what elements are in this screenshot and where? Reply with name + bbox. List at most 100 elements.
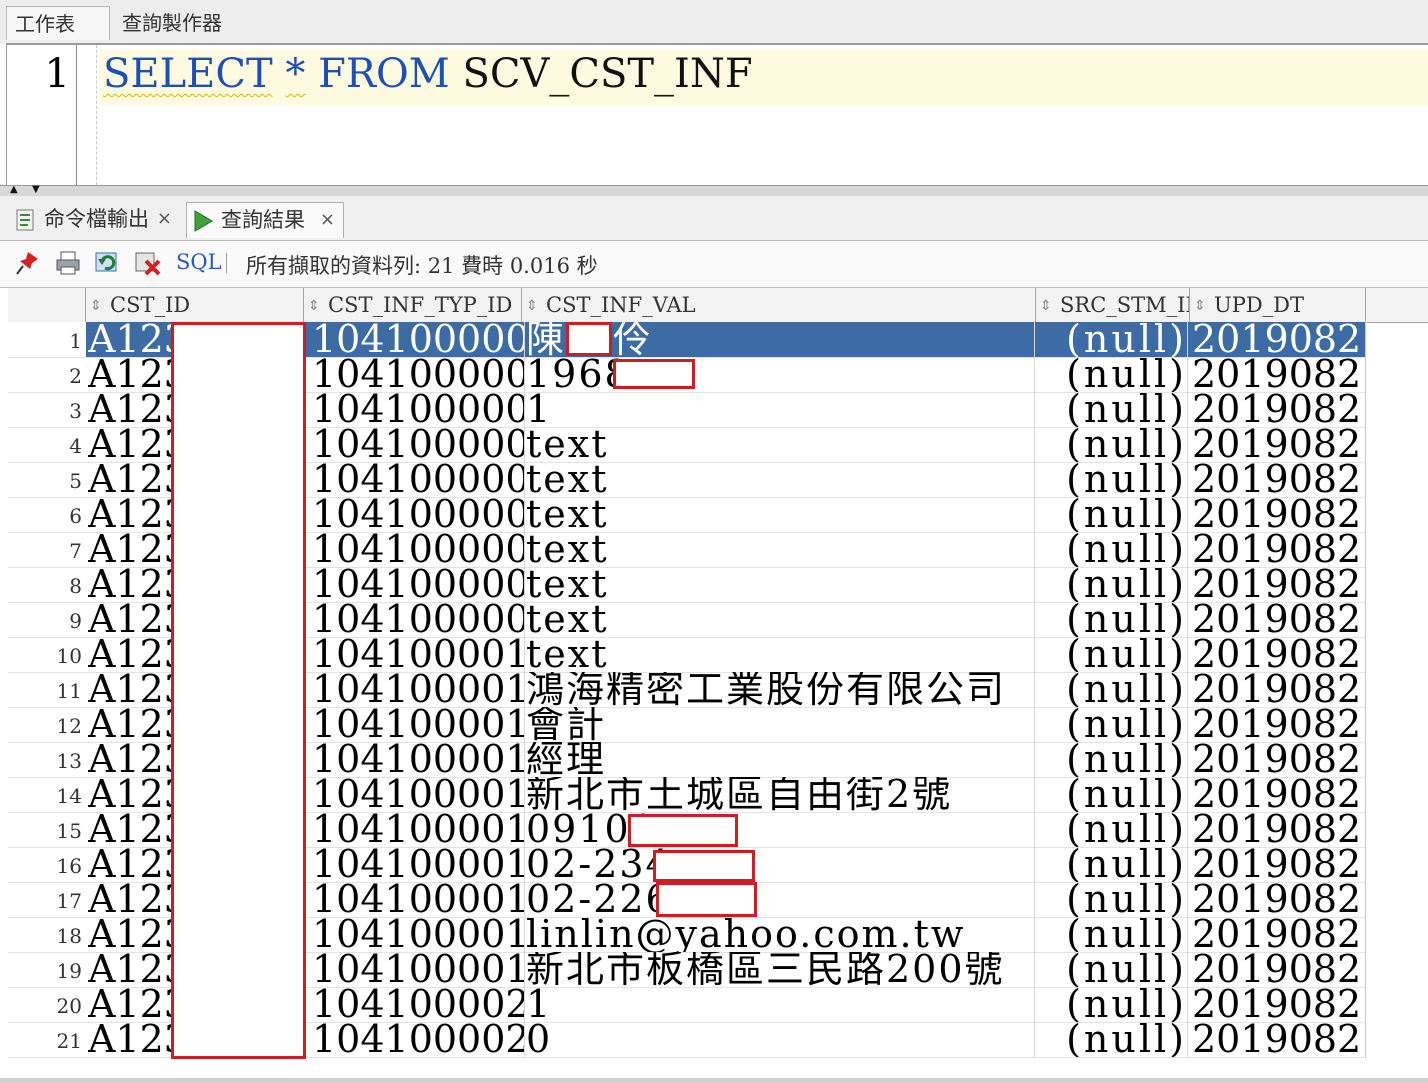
sort-icon[interactable]: ⇕ xyxy=(90,289,104,322)
cell-upd-dt[interactable]: 20190821 xyxy=(1192,952,1366,987)
results-grid[interactable]: ⇕ CST_ID ⇕ CST_INF_TYP_ID ⇕ CST_INF_VAL ⇕ SR… xyxy=(8,288,1428,1078)
cell-cst-inf-typ-id[interactable]: 1041000018 xyxy=(312,917,525,952)
close-icon[interactable]: × xyxy=(320,203,335,237)
cell-cst-inf-val[interactable]: text xyxy=(526,462,1035,497)
cell-upd-dt[interactable]: 20190821 xyxy=(1192,882,1366,917)
cell-cst-inf-typ-id[interactable]: 1041000010 xyxy=(312,637,525,672)
cell-upd-dt[interactable]: 20190821 xyxy=(1192,707,1366,742)
sort-icon[interactable]: ⇕ xyxy=(1194,289,1208,322)
cell-upd-dt[interactable]: 20190821 xyxy=(1192,672,1366,707)
cell-cst-inf-typ-id[interactable]: 1041000021 xyxy=(312,1022,525,1057)
cell-cst-inf-typ-id[interactable]: 1041000017 xyxy=(312,882,525,917)
cell-cst-inf-typ-id[interactable]: 1041000014 xyxy=(312,777,525,812)
cell-upd-dt[interactable]: 20190821 xyxy=(1192,917,1366,952)
tab-script-output[interactable]: 命令檔輸出 × xyxy=(10,202,180,238)
refresh-icon[interactable] xyxy=(94,249,122,277)
cell-cst-inf-typ-id[interactable]: 1041000009 xyxy=(312,602,525,637)
cell-cst-inf-typ-id[interactable]: 1041000007 xyxy=(312,532,525,567)
cell-src-stm-id[interactable]: (null) xyxy=(1037,602,1188,637)
cell-src-stm-id[interactable]: (null) xyxy=(1037,357,1188,392)
sql-editor[interactable]: 1 SELECT * FROM SCV_CST_INF xyxy=(6,45,1428,185)
cell-upd-dt[interactable]: 20190821 xyxy=(1192,427,1366,462)
sort-icon[interactable]: ⇕ xyxy=(308,289,322,322)
row-number-cell[interactable]: 7 xyxy=(8,532,86,567)
row-number-cell[interactable]: 3 xyxy=(8,392,86,427)
delete-icon[interactable] xyxy=(134,249,162,277)
row-number-cell[interactable]: 5 xyxy=(8,462,86,497)
cell-upd-dt[interactable]: 20190821 xyxy=(1192,357,1366,392)
cell-src-stm-id[interactable]: (null) xyxy=(1037,847,1188,882)
cell-upd-dt[interactable]: 20190821 xyxy=(1192,777,1366,812)
col-header-upd-dt[interactable]: ⇕ UPD_DT xyxy=(1190,288,1366,322)
row-number-cell[interactable]: 14 xyxy=(8,777,86,812)
cell-cst-inf-typ-id[interactable]: 1041000016 xyxy=(312,847,525,882)
cell-cst-inf-typ-id[interactable]: 1041000008 xyxy=(312,567,525,602)
tab-query-result[interactable]: 查詢結果 × xyxy=(186,202,344,238)
cell-upd-dt[interactable]: 20190821 xyxy=(1192,812,1366,847)
cell-cst-inf-typ-id[interactable]: 1041000006 xyxy=(312,497,525,532)
cell-src-stm-id[interactable]: (null) xyxy=(1037,637,1188,672)
row-number-cell[interactable]: 17 xyxy=(8,882,86,917)
row-number-cell[interactable]: 2 xyxy=(8,357,86,392)
col-header-cst-inf-typ-id[interactable]: ⇕ CST_INF_TYP_ID xyxy=(304,288,522,322)
cell-src-stm-id[interactable]: (null) xyxy=(1037,672,1188,707)
print-icon[interactable] xyxy=(54,249,82,277)
cell-cst-inf-val[interactable]: 經理 xyxy=(526,742,1035,777)
cell-cst-inf-val[interactable]: text xyxy=(526,497,1035,532)
row-number-cell[interactable]: 20 xyxy=(8,987,86,1022)
cell-cst-inf-typ-id[interactable]: 1041000005 xyxy=(312,462,525,497)
cell-upd-dt[interactable]: 20190821 xyxy=(1192,497,1366,532)
cell-upd-dt[interactable]: 20190821 xyxy=(1192,847,1366,882)
row-number-cell[interactable]: 19 xyxy=(8,952,86,987)
row-number-cell[interactable]: 16 xyxy=(8,847,86,882)
cell-upd-dt[interactable]: 20190821 xyxy=(1192,532,1366,567)
cell-cst-inf-typ-id[interactable]: 1041000015 xyxy=(312,812,525,847)
cell-cst-inf-val[interactable]: 09101 xyxy=(526,812,1035,847)
sort-icon[interactable]: ⇕ xyxy=(1040,289,1054,322)
cell-cst-inf-typ-id[interactable]: 1041000011 xyxy=(312,672,525,707)
cell-cst-inf-val[interactable]: 新北市板橋區三民路200號 xyxy=(526,952,1035,987)
cell-cst-inf-val[interactable]: 02-226 xyxy=(526,882,1035,917)
row-number-cell[interactable]: 21 xyxy=(8,1022,86,1057)
cell-upd-dt[interactable]: 20190821 xyxy=(1192,462,1366,497)
cell-cst-inf-val[interactable]: text xyxy=(526,532,1035,567)
cell-cst-inf-val[interactable]: text xyxy=(526,567,1035,602)
cell-src-stm-id[interactable]: (null) xyxy=(1037,952,1188,987)
row-number-cell[interactable]: 18 xyxy=(8,917,86,952)
col-header-src-stm-id[interactable]: ⇕ SRC_STM_ID xyxy=(1036,288,1190,322)
cell-cst-inf-typ-id[interactable]: 1041000001 xyxy=(312,322,525,357)
collapse-down-icon[interactable]: ▼ xyxy=(32,185,40,195)
row-number-cell[interactable]: 10 xyxy=(8,637,86,672)
cell-upd-dt[interactable]: 20190821 xyxy=(1192,742,1366,777)
cell-upd-dt[interactable]: 20190821 xyxy=(1192,637,1366,672)
cell-src-stm-id[interactable]: (null) xyxy=(1037,917,1188,952)
cell-src-stm-id[interactable]: (null) xyxy=(1037,392,1188,427)
cell-src-stm-id[interactable]: (null) xyxy=(1037,882,1188,917)
cell-cst-inf-val[interactable]: 1 xyxy=(526,987,1035,1022)
cell-cst-inf-val[interactable]: 02-234 xyxy=(526,847,1035,882)
cell-cst-inf-val[interactable]: linlin@yahoo.com.tw xyxy=(526,917,1035,952)
cell-cst-inf-val[interactable]: 0 xyxy=(526,1022,1035,1057)
cell-cst-inf-typ-id[interactable]: 1041000013 xyxy=(312,742,525,777)
row-number-cell[interactable]: 12 xyxy=(8,707,86,742)
cell-upd-dt[interactable]: 20190821 xyxy=(1192,322,1366,357)
cell-src-stm-id[interactable]: (null) xyxy=(1037,742,1188,777)
sort-icon[interactable]: ⇕ xyxy=(526,289,540,322)
cell-cst-inf-val[interactable]: text xyxy=(526,427,1035,462)
cell-src-stm-id[interactable]: (null) xyxy=(1037,987,1188,1022)
cell-cst-inf-val[interactable]: text xyxy=(526,637,1035,672)
cell-src-stm-id[interactable]: (null) xyxy=(1037,497,1188,532)
row-number-cell[interactable]: 11 xyxy=(8,672,86,707)
cell-cst-inf-val[interactable]: 鴻海精密工業股份有限公司 xyxy=(526,672,1035,707)
cell-cst-inf-typ-id[interactable]: 1041000012 xyxy=(312,707,525,742)
row-number-cell[interactable]: 4 xyxy=(8,427,86,462)
cell-cst-inf-val[interactable]: 會計 xyxy=(526,707,1035,742)
cell-src-stm-id[interactable]: (null) xyxy=(1037,812,1188,847)
cell-upd-dt[interactable]: 20190821 xyxy=(1192,392,1366,427)
cell-cst-inf-val[interactable]: 新北市土城區自由街2號 xyxy=(526,777,1035,812)
col-header-cst-inf-val[interactable]: ⇕ CST_INF_VAL xyxy=(522,288,1036,322)
cell-upd-dt[interactable]: 20190821 xyxy=(1192,1022,1366,1057)
cell-cst-inf-typ-id[interactable]: 1041000020 xyxy=(312,987,525,1022)
cell-cst-inf-val[interactable]: 1 xyxy=(526,392,1035,427)
cell-upd-dt[interactable]: 20190821 xyxy=(1192,987,1366,1022)
